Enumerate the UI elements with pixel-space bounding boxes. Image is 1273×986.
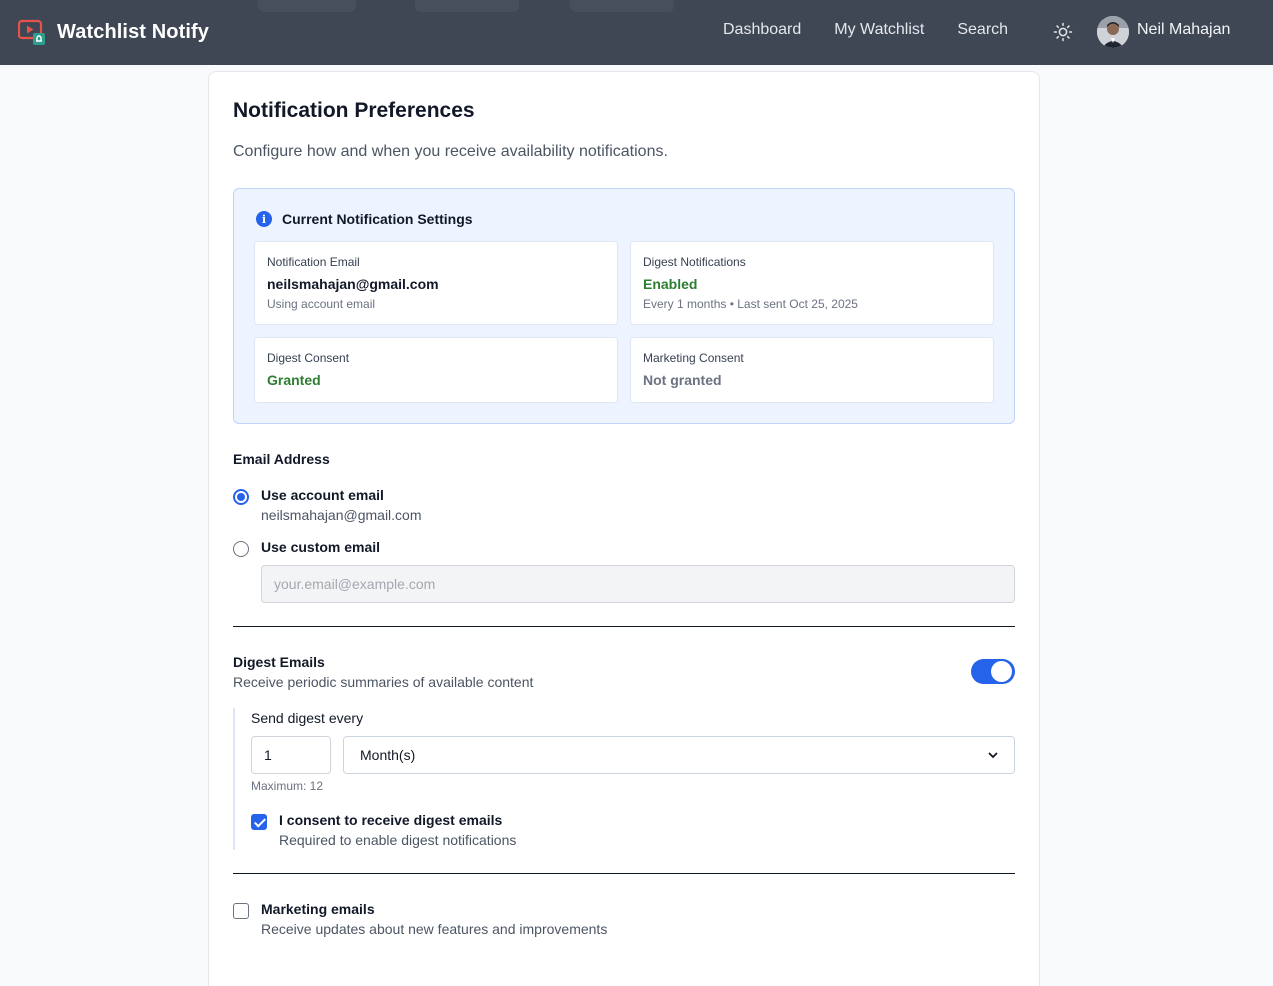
- digest-toggle[interactable]: [971, 659, 1015, 684]
- digest-notifications-tile: Digest Notifications Enabled Every 1 mon…: [630, 241, 994, 325]
- current-settings-title: Current Notification Settings: [282, 211, 473, 227]
- play-bell-logo-icon: [18, 19, 45, 45]
- avatar[interactable]: [1097, 16, 1129, 48]
- frequency-label: Send digest every: [251, 710, 364, 726]
- page-title: Notification Preferences: [233, 99, 475, 122]
- nav-search[interactable]: Search: [957, 21, 1008, 39]
- sun-icon[interactable]: [1053, 22, 1073, 42]
- user-photo-icon: [1097, 16, 1129, 48]
- marketing-label[interactable]: Marketing emails: [261, 901, 375, 917]
- tile-value: Enabled: [643, 276, 698, 292]
- selected-unit: Month(s): [360, 747, 416, 763]
- tile-label: Marketing Consent: [643, 351, 744, 365]
- digest-emails-title: Digest Emails: [233, 654, 325, 670]
- notification-email-tile: Notification Email neilsmahajan@gmail.co…: [254, 241, 618, 325]
- marketing-consent-tile: Marketing Consent Not granted: [630, 337, 994, 403]
- frequency-number-input[interactable]: [251, 736, 331, 774]
- tile-value: Not granted: [643, 372, 722, 388]
- chevron-down-icon: [988, 752, 998, 759]
- custom-email-radio[interactable]: [233, 541, 249, 557]
- page-subtitle: Configure how and when you receive avail…: [233, 143, 668, 160]
- user-name[interactable]: Neil Mahajan: [1137, 21, 1230, 39]
- tile-label: Notification Email: [267, 255, 360, 269]
- account-email-value: neilsmahajan@gmail.com: [261, 507, 422, 523]
- brand-name: Watchlist Notify: [57, 20, 209, 43]
- preferences-card: Notification Preferences Configure how a…: [208, 71, 1040, 986]
- tile-value: Granted: [267, 372, 321, 388]
- nav-dashboard[interactable]: Dashboard: [723, 21, 801, 39]
- section-divider: [233, 873, 1015, 874]
- section-divider: [233, 626, 1015, 627]
- tile-sub: Using account email: [267, 297, 376, 311]
- frequency-unit-select[interactable]: Month(s): [343, 736, 1015, 774]
- marketing-checkbox[interactable]: [233, 903, 249, 919]
- custom-email-input[interactable]: [261, 565, 1015, 603]
- current-settings-panel: i Current Notification Settings Notifica…: [233, 188, 1015, 424]
- digest-consent-tile: Digest Consent Granted: [254, 337, 618, 403]
- current-settings-header: i Current Notification Settings: [256, 211, 473, 227]
- info-icon: i: [256, 211, 272, 227]
- digest-settings-block: [233, 708, 1015, 850]
- custom-email-option-label[interactable]: Use custom email: [261, 539, 380, 555]
- digest-consent-label[interactable]: I consent to receive digest emails: [279, 812, 502, 828]
- brand-link[interactable]: Watchlist Notify: [18, 18, 209, 46]
- main-nav: Dashboard My Watchlist Search: [723, 21, 1041, 39]
- account-email-option-label[interactable]: Use account email: [261, 487, 384, 503]
- tile-sub: Every 1 months • Last sent Oct 25, 2025: [643, 297, 858, 311]
- digest-consent-checkbox[interactable]: [251, 814, 267, 830]
- tile-label: Digest Consent: [267, 351, 350, 365]
- digest-consent-sub: Required to enable digest notifications: [279, 832, 517, 848]
- tile-value: neilsmahajan@gmail.com: [267, 276, 439, 292]
- top-navbar: Watchlist Notify Dashboard My Watchlist …: [0, 0, 1273, 65]
- marketing-description: Receive updates about new features and i…: [261, 921, 608, 937]
- tile-label: Digest Notifications: [643, 255, 746, 269]
- account-email-radio[interactable]: [233, 489, 249, 505]
- digest-emails-description: Receive periodic summaries of available …: [233, 674, 534, 690]
- email-address-label: Email Address: [233, 451, 330, 467]
- frequency-max-hint: Maximum: 12: [251, 779, 324, 793]
- nav-my-watchlist[interactable]: My Watchlist: [834, 21, 924, 39]
